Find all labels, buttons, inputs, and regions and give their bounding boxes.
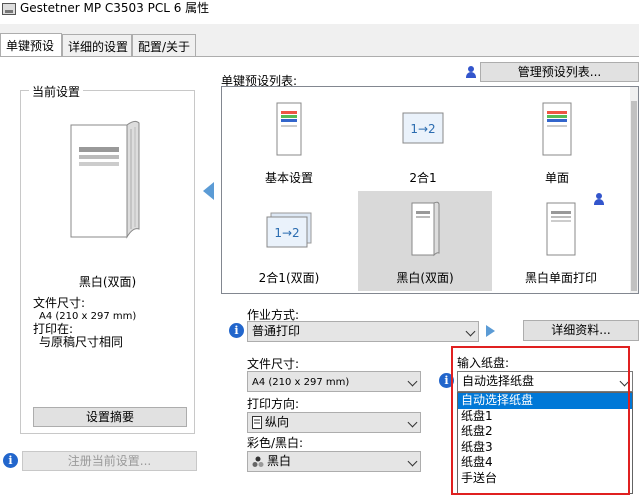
- tab-detailed-settings[interactable]: 详细的设置: [62, 34, 132, 56]
- orientation-label: 打印方向:: [247, 397, 300, 411]
- svg-text:1→2: 1→2: [274, 226, 299, 240]
- preset-item-simplex[interactable]: 单面: [490, 91, 624, 191]
- current-settings-info: 文件尺寸: A4 (210 x 297 mm) 打印在: 与原稿尺寸相同: [33, 297, 136, 349]
- preset-label: 2合1(双面): [258, 271, 320, 285]
- chevron-down-icon: [407, 376, 418, 387]
- printer-icon: [2, 3, 16, 15]
- info-icon: i: [229, 323, 244, 338]
- preset-label: 基本设置: [264, 171, 313, 185]
- color-document-icon: [542, 102, 572, 156]
- portrait-page-icon: [252, 416, 262, 429]
- current-preset-name: 黑白(双面): [78, 275, 137, 289]
- orientation-value: 纵向: [265, 415, 290, 429]
- doc-size-info-label: 文件尺寸:: [33, 296, 86, 310]
- tab-strip: 单键预设 详细的设置 配置/关于: [0, 33, 639, 57]
- preset-list-scrollbar[interactable]: [630, 87, 638, 293]
- chevron-down-icon: [465, 326, 476, 337]
- color-mode-select[interactable]: 黑白: [247, 451, 421, 472]
- two-in-one-icon: 1→2: [402, 112, 444, 144]
- preset-list: 基本设置 1→2 2合1 单面 1→2 2合1(双面) 黑白(双面) 黑白单面打…: [221, 86, 639, 294]
- details-button[interactable]: 详细资料...: [523, 320, 639, 341]
- preset-label: 黑白单面打印: [524, 271, 597, 285]
- tab-one-click-preset[interactable]: 单键预设: [0, 33, 62, 57]
- info-icon: i: [3, 453, 18, 468]
- current-settings-group: 当前设置 黑白(双面) 文件尺寸: A4 (210 x 297 mm) 打印在:…: [20, 83, 195, 434]
- chevron-down-icon: [407, 456, 418, 467]
- preset-label: 单面: [544, 171, 569, 185]
- preset-label: 2合1: [409, 171, 437, 185]
- doc-size-select[interactable]: A4 (210 x 297 mm): [247, 371, 421, 392]
- preset-item-bw-duplex[interactable]: 黑白(双面): [358, 191, 492, 291]
- doc-size-value: A4 (210 x 297 mm): [252, 377, 350, 388]
- play-arrow-icon: [486, 325, 495, 337]
- user-icon: [594, 193, 604, 205]
- window-title: Gestetner MP C3503 PCL 6 属性: [20, 1, 210, 15]
- orientation-select[interactable]: 纵向: [247, 412, 421, 433]
- register-current-settings-button[interactable]: 注册当前设置...: [22, 451, 197, 471]
- preset-label: 黑白(双面): [396, 271, 454, 285]
- manage-preset-list-button[interactable]: 管理预设列表...: [480, 62, 639, 82]
- two-in-one-duplex-icon: 1→2: [266, 212, 312, 248]
- preset-item-2in1[interactable]: 1→2 2合1: [356, 91, 490, 191]
- job-type-value: 普通打印: [252, 324, 301, 338]
- preset-item-2in1-duplex[interactable]: 1→2 2合1(双面): [222, 191, 356, 291]
- job-type-select[interactable]: 普通打印: [247, 321, 479, 342]
- doc-size-label: 文件尺寸:: [247, 357, 300, 371]
- bw-duplex-preview-icon: [70, 120, 140, 239]
- chevron-down-icon: [407, 417, 418, 428]
- highlight-annotation-box: [451, 346, 630, 495]
- user-icon: [466, 66, 476, 78]
- preset-item-bw-simplex[interactable]: 黑白单面打印: [494, 191, 628, 291]
- black-white-dots-icon: [252, 456, 264, 467]
- current-settings-legend: 当前设置: [29, 83, 84, 100]
- scroll-left-arrow-icon[interactable]: [203, 182, 214, 200]
- color-mode-label: 彩色/黑白:: [247, 436, 304, 450]
- title-bar: Gestetner MP C3503 PCL 6 属性: [0, 0, 639, 24]
- bw-duplex-document-icon: [411, 201, 440, 257]
- preset-item-basic[interactable]: 基本设置: [222, 91, 356, 191]
- tab-config-about[interactable]: 配置/关于: [132, 34, 196, 56]
- bw-document-icon: [546, 202, 576, 256]
- print-on-info-value: 与原稿尺寸相同: [39, 335, 124, 349]
- settings-summary-button[interactable]: 设置摘要: [33, 407, 187, 427]
- color-document-icon: [276, 102, 302, 156]
- color-mode-value: 黑白: [267, 454, 292, 468]
- svg-text:1→2: 1→2: [410, 122, 435, 136]
